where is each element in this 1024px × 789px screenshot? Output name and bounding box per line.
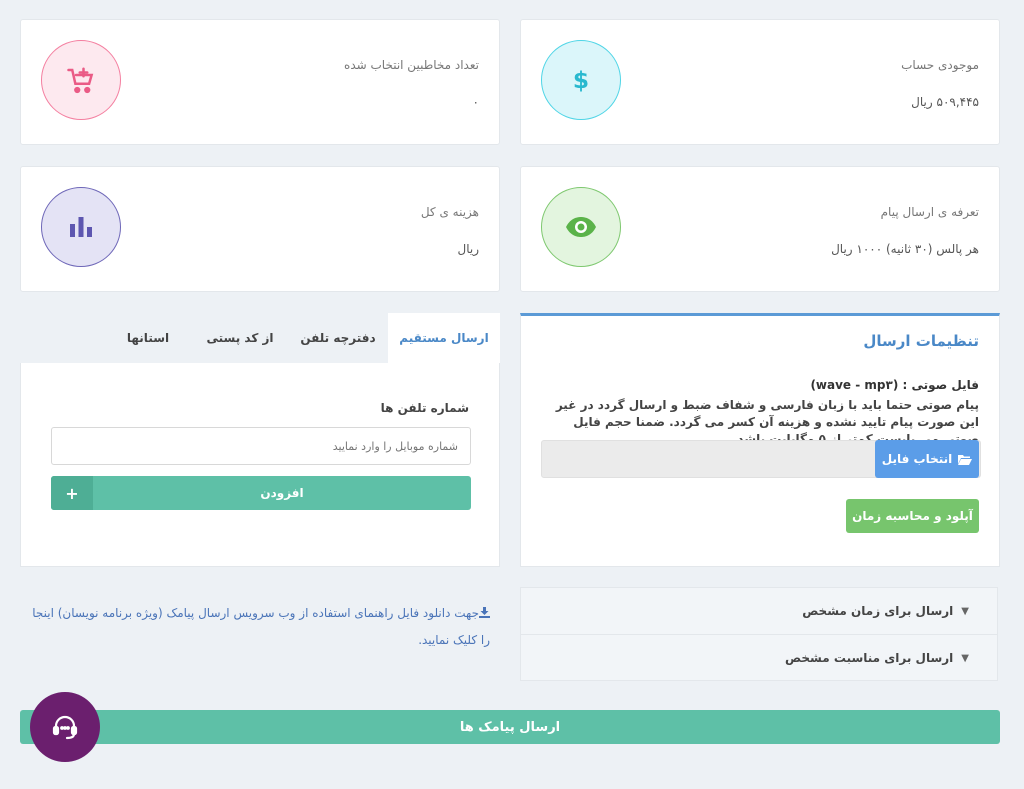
- tab-direct-send[interactable]: ارسال مستقیم: [388, 313, 500, 363]
- contacts-value: ۰: [472, 95, 479, 109]
- cost-value: ریال: [457, 242, 479, 256]
- cost-label: هزینه ی کل: [420, 205, 479, 219]
- download-icon: [479, 607, 490, 618]
- tab-bar: ارسال مستقیم دفترچه تلفن از کد پستی استا…: [20, 313, 500, 363]
- tab-provinces[interactable]: استانها: [106, 313, 190, 363]
- phone-number-input[interactable]: [51, 427, 471, 465]
- upload-calculate-button[interactable]: آپلود و محاسبه زمان: [846, 499, 979, 533]
- schedule-specific-occasion-label: ارسال برای مناسبت مشخص: [785, 651, 954, 665]
- send-sms-button[interactable]: ارسال پیامک ها: [20, 710, 1000, 744]
- direct-send-tab-content: شماره تلفن ها + افزودن: [20, 363, 500, 567]
- phones-label: شماره تلفن ها: [380, 401, 469, 415]
- bar-chart-icon: [41, 187, 121, 267]
- tariff-card: تعرفه ی ارسال پیام هر پالس (۳۰ ثانیه) ۱۰…: [520, 166, 1000, 292]
- balance-card: $ موجودی حساب ۵۰۹,۴۴۵ ریال: [520, 19, 1000, 145]
- tariff-label: تعرفه ی ارسال پیام: [880, 205, 979, 219]
- download-guide-text: جهت دانلود فایل راهنمای استفاده از وب سر…: [32, 606, 490, 647]
- schedule-specific-time[interactable]: ▼ ارسال برای زمان مشخص: [802, 588, 969, 634]
- caret-down-icon: ▼: [961, 605, 969, 617]
- schedule-specific-occasion[interactable]: ▼ ارسال برای مناسبت مشخص: [785, 635, 969, 681]
- settings-title: تنظیمات ارسال: [863, 332, 979, 350]
- balance-value: ۵۰۹,۴۴۵ ریال: [911, 95, 979, 109]
- folder-open-icon: [958, 454, 973, 465]
- tab-postal-code[interactable]: از کد پستی: [192, 313, 288, 363]
- balance-label: موجودی حساب: [901, 58, 979, 72]
- schedule-accordion: ▼ ارسال برای زمان مشخص ▼ ارسال برای مناس…: [520, 587, 998, 681]
- add-phone-label: افزودن: [260, 486, 304, 500]
- recipient-tabs-panel: ارسال مستقیم دفترچه تلفن از کد پستی استا…: [20, 313, 500, 567]
- tab-phonebook[interactable]: دفترچه تلفن: [290, 313, 386, 363]
- eye-icon: [541, 187, 621, 267]
- send-settings-panel: تنظیمات ارسال فایل صوتی : (wave - mp۳) پ…: [520, 313, 1000, 567]
- dollar-icon: $: [541, 40, 621, 120]
- cost-card: هزینه ی کل ریال: [20, 166, 500, 292]
- contacts-card: تعداد مخاطبین انتخاب شده ۰: [20, 19, 500, 145]
- plus-icon: +: [51, 476, 93, 510]
- contacts-label: تعداد مخاطبین انتخاب شده: [344, 58, 479, 72]
- schedule-specific-time-label: ارسال برای زمان مشخص: [802, 604, 954, 618]
- svg-text:$: $: [573, 66, 589, 94]
- headset-icon: [52, 715, 78, 740]
- choose-file-button[interactable]: انتخاب فایل: [875, 440, 979, 478]
- support-chat-button[interactable]: [30, 692, 100, 762]
- download-guide-link[interactable]: جهت دانلود فایل راهنمای استفاده از وب سر…: [20, 600, 490, 654]
- tariff-value: هر پالس (۳۰ ثانیه) ۱۰۰۰ ریال: [831, 242, 979, 256]
- add-phone-button[interactable]: + افزودن: [51, 476, 471, 510]
- cart-plus-icon: [41, 40, 121, 120]
- choose-file-label: انتخاب فایل: [881, 452, 953, 466]
- caret-down-icon: ▼: [961, 652, 969, 664]
- voice-file-label: فایل صوتی : (wave - mp۳): [810, 378, 979, 392]
